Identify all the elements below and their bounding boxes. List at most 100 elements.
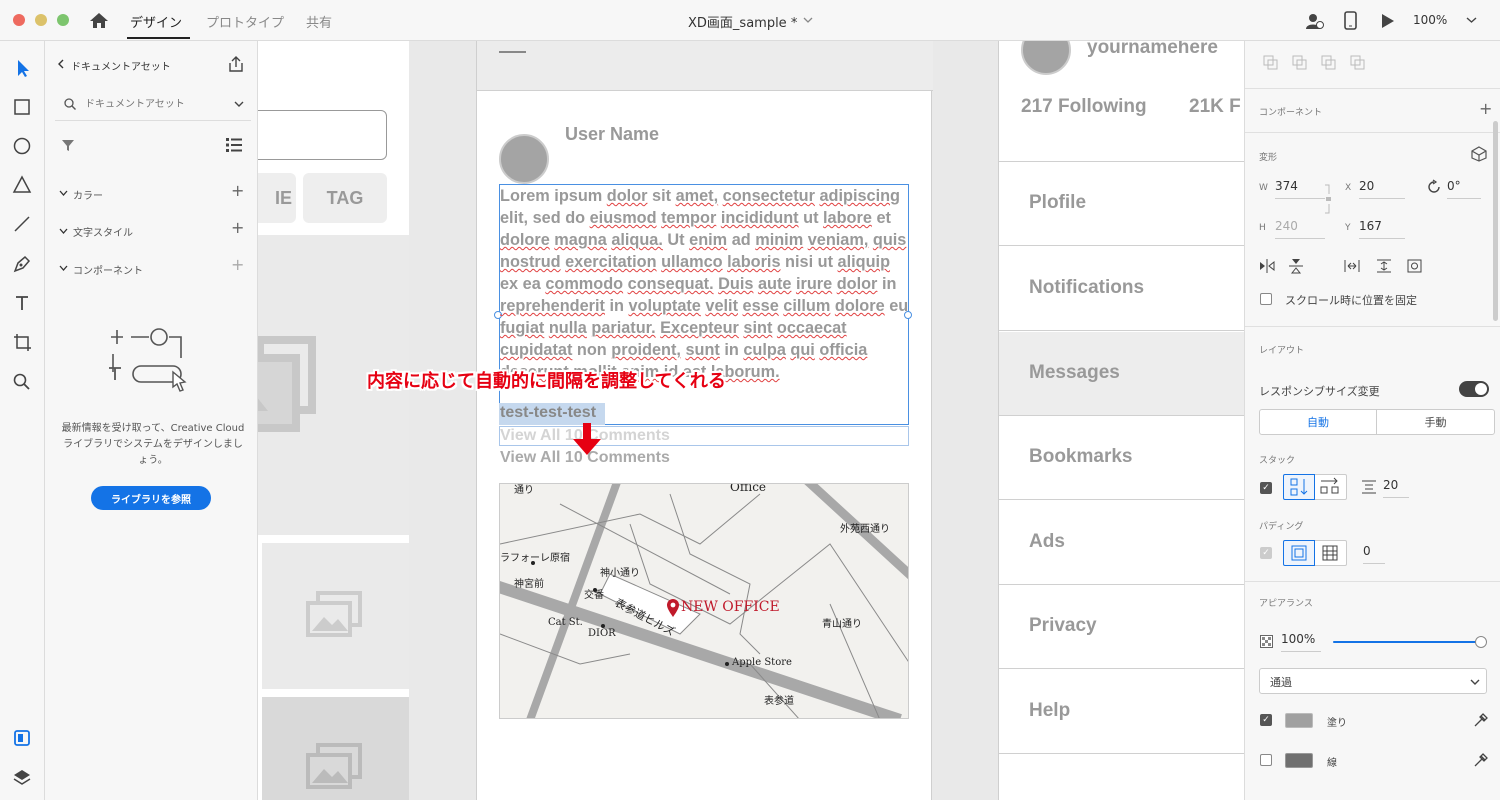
fill-color-swatch[interactable] (1285, 713, 1313, 728)
chevron-down-icon[interactable] (59, 227, 68, 235)
post-body-text[interactable]: Lorem ipsum dolor sit amet, consectetur … (500, 185, 910, 383)
opacity-field[interactable]: 100% (1281, 632, 1321, 652)
y-field[interactable]: 167 (1359, 219, 1405, 239)
select-tool-icon[interactable] (11, 57, 33, 79)
stroke-color-swatch[interactable] (1285, 753, 1313, 768)
padding-field[interactable]: 0 (1363, 544, 1385, 564)
tag-chip[interactable]: TAG (303, 173, 387, 223)
add-color-button[interactable]: + (231, 181, 244, 200)
play-preview-icon[interactable] (1381, 13, 1395, 29)
stroke-checkbox[interactable] (1260, 754, 1272, 766)
rotation-field[interactable]: 0° (1447, 179, 1481, 199)
stack-vertical-button[interactable] (1283, 474, 1315, 500)
minimize-window-button[interactable] (35, 14, 47, 26)
menu-item-help[interactable]: Help (999, 670, 1244, 754)
align-distribute-icons[interactable] (1259, 258, 1429, 274)
stack-spacing-field[interactable]: 20 (1383, 478, 1409, 498)
width-field[interactable]: 374 (1275, 179, 1325, 199)
spacing-icon (1362, 480, 1376, 494)
zoom-dropdown-icon[interactable] (1466, 16, 1477, 24)
add-component-button[interactable]: + (1479, 99, 1492, 118)
responsive-resize-toggle[interactable] (1459, 381, 1489, 397)
chevron-down-icon[interactable] (59, 264, 68, 272)
opacity-slider-handle[interactable] (1475, 636, 1487, 648)
filter-icon[interactable] (61, 138, 75, 152)
resize-mode-auto[interactable]: 自動 (1260, 410, 1377, 434)
colors-section-label[interactable]: カラー (73, 187, 103, 202)
design-canvas[interactable]: IE TAG User Name Lorem ipsum dolor sit a… (258, 41, 1244, 800)
menu-item-profile[interactable]: Plofile (999, 162, 1244, 246)
assets-title[interactable]: ドキュメントアセット (71, 58, 171, 73)
eyedropper-icon[interactable] (1472, 712, 1488, 728)
fix-scroll-label: スクロール時に位置を固定 (1285, 294, 1417, 307)
document-title[interactable]: XD画面_sample * (688, 12, 797, 31)
close-window-button[interactable] (13, 14, 25, 26)
device-preview-icon[interactable] (1344, 11, 1358, 31)
eyedropper-icon[interactable] (1472, 752, 1488, 768)
blend-mode-select[interactable]: 通過 (1259, 668, 1487, 694)
fill-checkbox[interactable]: ✓ (1260, 714, 1272, 726)
share-export-icon[interactable] (227, 55, 245, 73)
menu-item-privacy[interactable]: Privacy (999, 585, 1244, 669)
zoom-tool-icon[interactable] (11, 371, 33, 393)
phone-artboard[interactable]: User Name Lorem ipsum dolor sit amet, co… (367, 41, 933, 800)
rectangle-tool-icon[interactable] (11, 96, 33, 118)
selected-tags-text[interactable]: test-test-test (500, 404, 596, 422)
fix-scroll-checkbox[interactable] (1260, 293, 1272, 305)
add-component-button[interactable]: + (231, 255, 244, 274)
menu-item-notifications[interactable]: Notifications (999, 247, 1244, 331)
search-field[interactable] (258, 110, 387, 160)
character-styles-section-label[interactable]: 文字スタイル (73, 224, 133, 239)
stack-checkbox[interactable]: ✓ (1260, 482, 1272, 494)
ellipse-tool-icon[interactable] (11, 135, 33, 157)
menu-artboard[interactable]: yournamehere 217 Following 21K F Plofile… (998, 41, 1244, 800)
back-chevron-icon[interactable] (57, 59, 65, 69)
components-illustration-icon (109, 328, 187, 392)
chevron-down-icon[interactable] (803, 16, 813, 24)
padding-uniform-button[interactable] (1283, 540, 1315, 566)
image-placeholder-icon (306, 743, 362, 789)
height-field[interactable]: 240 (1275, 219, 1325, 239)
hamburger-menu-icon[interactable] (499, 51, 526, 53)
tab-design[interactable]: デザイン (130, 12, 182, 31)
tab-share[interactable]: 共有 (306, 12, 332, 31)
lock-aspect-icon[interactable] (1324, 184, 1332, 214)
chevron-down-icon[interactable] (59, 189, 68, 197)
assets-panel-icon[interactable] (11, 727, 33, 749)
user-add-icon[interactable] (1304, 11, 1324, 31)
text-tool-icon[interactable] (11, 292, 33, 314)
padding-individual-button[interactable] (1315, 540, 1347, 566)
tag-chip[interactable]: IE (258, 173, 296, 223)
opacity-slider-track[interactable] (1333, 641, 1481, 643)
line-tool-icon[interactable] (11, 213, 33, 235)
menu-item-bookmarks[interactable]: Bookmarks (999, 416, 1244, 500)
3d-transform-icon[interactable] (1471, 146, 1487, 162)
panel-scrollbar[interactable] (1493, 121, 1498, 321)
padding-checkbox[interactable]: ✓ (1260, 547, 1272, 559)
tab-prototype[interactable]: プロトタイプ (206, 12, 284, 31)
map-label: Cat St. (548, 617, 583, 628)
assets-search-input[interactable] (85, 96, 215, 112)
zoom-level[interactable]: 100% (1413, 13, 1447, 27)
stack-horizontal-button[interactable] (1315, 474, 1347, 500)
boolean-operations-icon[interactable] (1263, 55, 1373, 71)
map[interactable]: Office 通り 外苑西通り ラフォーレ原宿 神小通り 神宮前 交番 表参道ヒ… (499, 483, 909, 719)
left-artboard[interactable]: IE TAG (258, 41, 409, 800)
x-field[interactable]: 20 (1359, 179, 1405, 199)
home-icon[interactable] (89, 11, 109, 29)
menu-item-messages[interactable]: Messages (999, 332, 1244, 416)
add-character-style-button[interactable]: + (231, 218, 244, 237)
chevron-down-icon[interactable] (234, 100, 244, 108)
menu-item-ads[interactable]: Ads (999, 501, 1244, 585)
artboard-tool-icon[interactable] (11, 331, 33, 353)
resize-mode-manual[interactable]: 手動 (1377, 410, 1494, 434)
browse-libraries-button[interactable]: ライブラリを参照 (91, 486, 211, 510)
list-view-icon[interactable] (225, 137, 243, 153)
title-bar: デザイン プロトタイプ 共有 XD画面_sample * 100% (0, 0, 1500, 41)
polygon-tool-icon[interactable] (11, 174, 33, 196)
pen-tool-icon[interactable] (11, 253, 33, 275)
property-inspector: コンポーネント + 変形 W 374 X 20 0° H 240 Y 167 ス… (1244, 41, 1500, 800)
components-section-label[interactable]: コンポーネント (73, 262, 143, 277)
layers-panel-icon[interactable] (11, 766, 33, 788)
maximize-window-button[interactable] (57, 14, 69, 26)
